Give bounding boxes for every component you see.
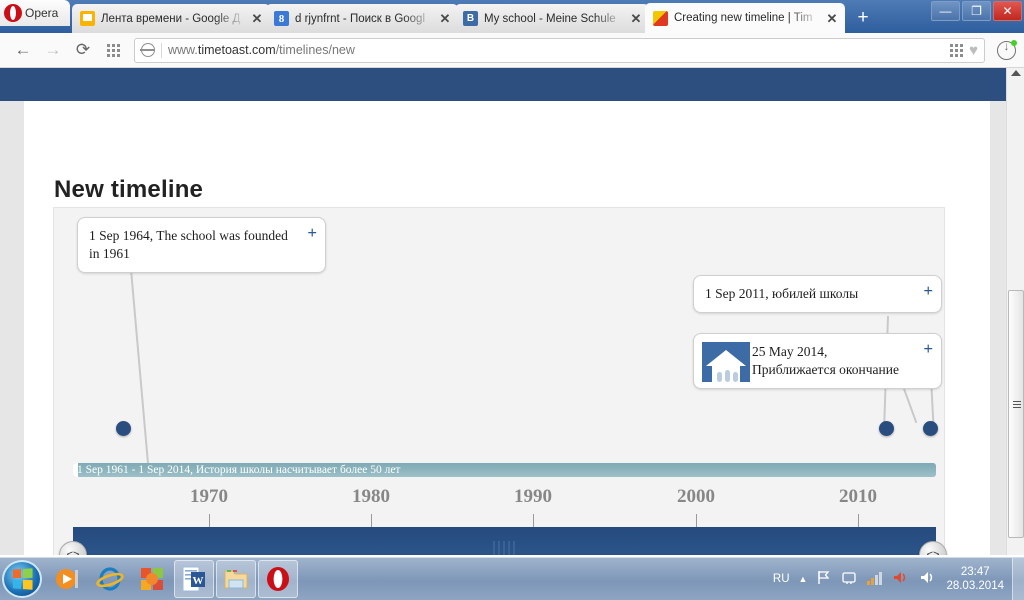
page-info-globe-icon (140, 43, 155, 57)
tab-title: d rjynfrnt - Поиск в Googl (295, 12, 426, 25)
axis-year-label: 1990 (514, 486, 552, 507)
taskbar-clock[interactable]: 23:47 28.03.2014 (946, 565, 1004, 594)
page-title: New timeline (54, 176, 204, 203)
tab-title: My school - Meine Schule (484, 12, 616, 25)
axis-year-label: 1980 (352, 486, 390, 507)
tab-title: Лента времени - Google Д (101, 12, 241, 25)
browser-tab-2[interactable]: B My school - Meine Schule ✕ (455, 4, 649, 33)
tab-close-icon[interactable]: ✕ (825, 12, 839, 25)
browser-tab-3-active[interactable]: Creating new timeline | Tim ✕ (645, 3, 845, 33)
timespan-bar[interactable]: 1 Sep 1961 - 1 Sep 2014, История школы н… (73, 463, 936, 477)
opera-brand-label: Opera (25, 6, 59, 20)
event-connector (129, 257, 150, 473)
windows-logo-icon (12, 568, 33, 590)
tab-title: Creating new timeline | Tim (674, 12, 813, 24)
event-callout[interactable]: 25 May 2014, Приближается окончание + (693, 333, 942, 389)
url-path: /timelines/new (275, 43, 355, 57)
browser-navigation-bar: ← → ⟳ www.timetoast.com/timelines/new ♥ (0, 33, 1024, 68)
action-center-icon[interactable] (841, 570, 857, 588)
screen: Opera Лента времени - Google Д ✕ 8 d rjy… (0, 0, 1024, 600)
close-window-button[interactable]: ✕ (993, 1, 1022, 21)
axis-year-label: 2000 (677, 486, 715, 507)
event-text: 1 Sep 1964, The school was founded in 19… (89, 228, 288, 261)
new-tab-button[interactable]: + (852, 8, 874, 30)
windows-explorer-icon[interactable] (216, 560, 256, 598)
windows-start-orb[interactable] (2, 560, 42, 598)
system-tray: RU ▲ 23:47 28.03.2014 (773, 565, 1012, 594)
vertical-scrollbar[interactable] (1006, 68, 1024, 555)
opera-logo-icon (4, 4, 22, 22)
show-hidden-icons-icon[interactable]: ▲ (799, 574, 808, 584)
axis-tick (533, 514, 534, 527)
event-marker[interactable] (116, 421, 131, 436)
back-icon[interactable]: ← (8, 35, 38, 65)
axis-tick (858, 514, 859, 527)
timetoast-icon (653, 10, 668, 26)
network-signal-icon[interactable] (866, 571, 883, 588)
forward-icon[interactable]: → (38, 35, 68, 65)
event-marker[interactable] (923, 421, 938, 436)
browser-tab-0[interactable]: Лента времени - Google Д ✕ (72, 4, 270, 33)
page-gutter-left (0, 101, 24, 555)
tab-close-icon[interactable]: ✕ (629, 12, 643, 25)
volume-icon[interactable] (892, 570, 910, 588)
scrollbar-thumb[interactable] (1008, 290, 1024, 538)
reload-icon[interactable]: ⟳ (68, 35, 98, 65)
apps-grid-icon[interactable] (98, 35, 128, 65)
microsoft-word-icon[interactable]: W (174, 560, 214, 598)
clock-time: 23:47 (960, 565, 990, 578)
volume-icon[interactable] (919, 570, 937, 588)
axis-year-label: 1970 (190, 486, 228, 507)
axis-tick (371, 514, 372, 527)
add-event-detail-icon[interactable]: + (923, 282, 933, 299)
opera-icon[interactable] (258, 560, 298, 598)
minimize-button[interactable]: — (931, 1, 960, 21)
axis-tick (209, 514, 210, 527)
tab-close-icon[interactable]: ✕ (250, 12, 264, 25)
add-event-detail-icon[interactable]: + (923, 340, 933, 357)
url-domain: timetoast.com (197, 43, 276, 57)
internet-explorer-icon[interactable] (90, 560, 130, 598)
google-icon: 8 (274, 11, 289, 26)
scroll-up-icon[interactable] (1011, 70, 1021, 76)
grip-lines-icon[interactable] (493, 541, 517, 555)
docs-icon (80, 11, 95, 26)
axis-year-label: 2010 (839, 486, 877, 507)
site-header-band (0, 68, 1006, 101)
scrollbar-grip-icon (1013, 401, 1021, 408)
svg-text:W: W (193, 575, 204, 587)
axis-tick (696, 514, 697, 527)
address-bar-url: www.timetoast.com/timelines/new (168, 43, 355, 57)
tab-close-icon[interactable]: ✕ (438, 12, 452, 25)
page-viewport: New timeline 1 Sep 1964, The school was … (0, 68, 1024, 555)
event-text: 1 Sep 2011, юбилей школы (705, 286, 859, 301)
windows-media-player-icon[interactable] (48, 560, 88, 598)
photo-gallery-icon[interactable] (132, 560, 172, 598)
add-event-detail-icon[interactable]: + (307, 224, 317, 241)
event-callout[interactable]: 1 Sep 1964, The school was founded in 19… (77, 217, 326, 273)
blogger-icon: B (463, 11, 478, 26)
school-house-image (702, 342, 750, 382)
language-indicator[interactable]: RU (773, 573, 790, 585)
event-marker[interactable] (879, 421, 894, 436)
flag-icon[interactable] (816, 570, 832, 588)
show-desktop-button[interactable] (1012, 557, 1024, 600)
divider (161, 42, 162, 58)
opera-menu-button[interactable]: Opera (0, 0, 70, 26)
extensions-grid-icon[interactable] (950, 43, 964, 57)
window-controls: — ❐ ✕ (931, 1, 1022, 21)
event-callout[interactable]: 1 Sep 2011, юбилей школы + (693, 275, 942, 313)
timeline-axis: 1970 1980 1990 2000 2010 (73, 480, 936, 527)
page-gutter-right (990, 101, 1006, 555)
windows-taskbar: W RU ▲ 23:47 28.03.2014 (0, 557, 1024, 600)
timespan-label: 1 Sep 1961 - 1 Sep 2014, История школы н… (77, 464, 401, 476)
url-prefix: www. (168, 43, 198, 57)
heart-icon[interactable]: ♥ (969, 42, 978, 59)
address-bar[interactable]: www.timetoast.com/timelines/new ♥ (134, 37, 985, 63)
clock-date: 28.03.2014 (946, 580, 1004, 592)
browser-tab-1[interactable]: 8 d rjynfrnt - Поиск в Googl ✕ (266, 4, 458, 33)
maximize-button[interactable]: ❐ (962, 1, 991, 21)
browser-tab-strip: Opera Лента времени - Google Д ✕ 8 d rjy… (0, 0, 1024, 33)
download-icon[interactable] (997, 39, 1017, 60)
